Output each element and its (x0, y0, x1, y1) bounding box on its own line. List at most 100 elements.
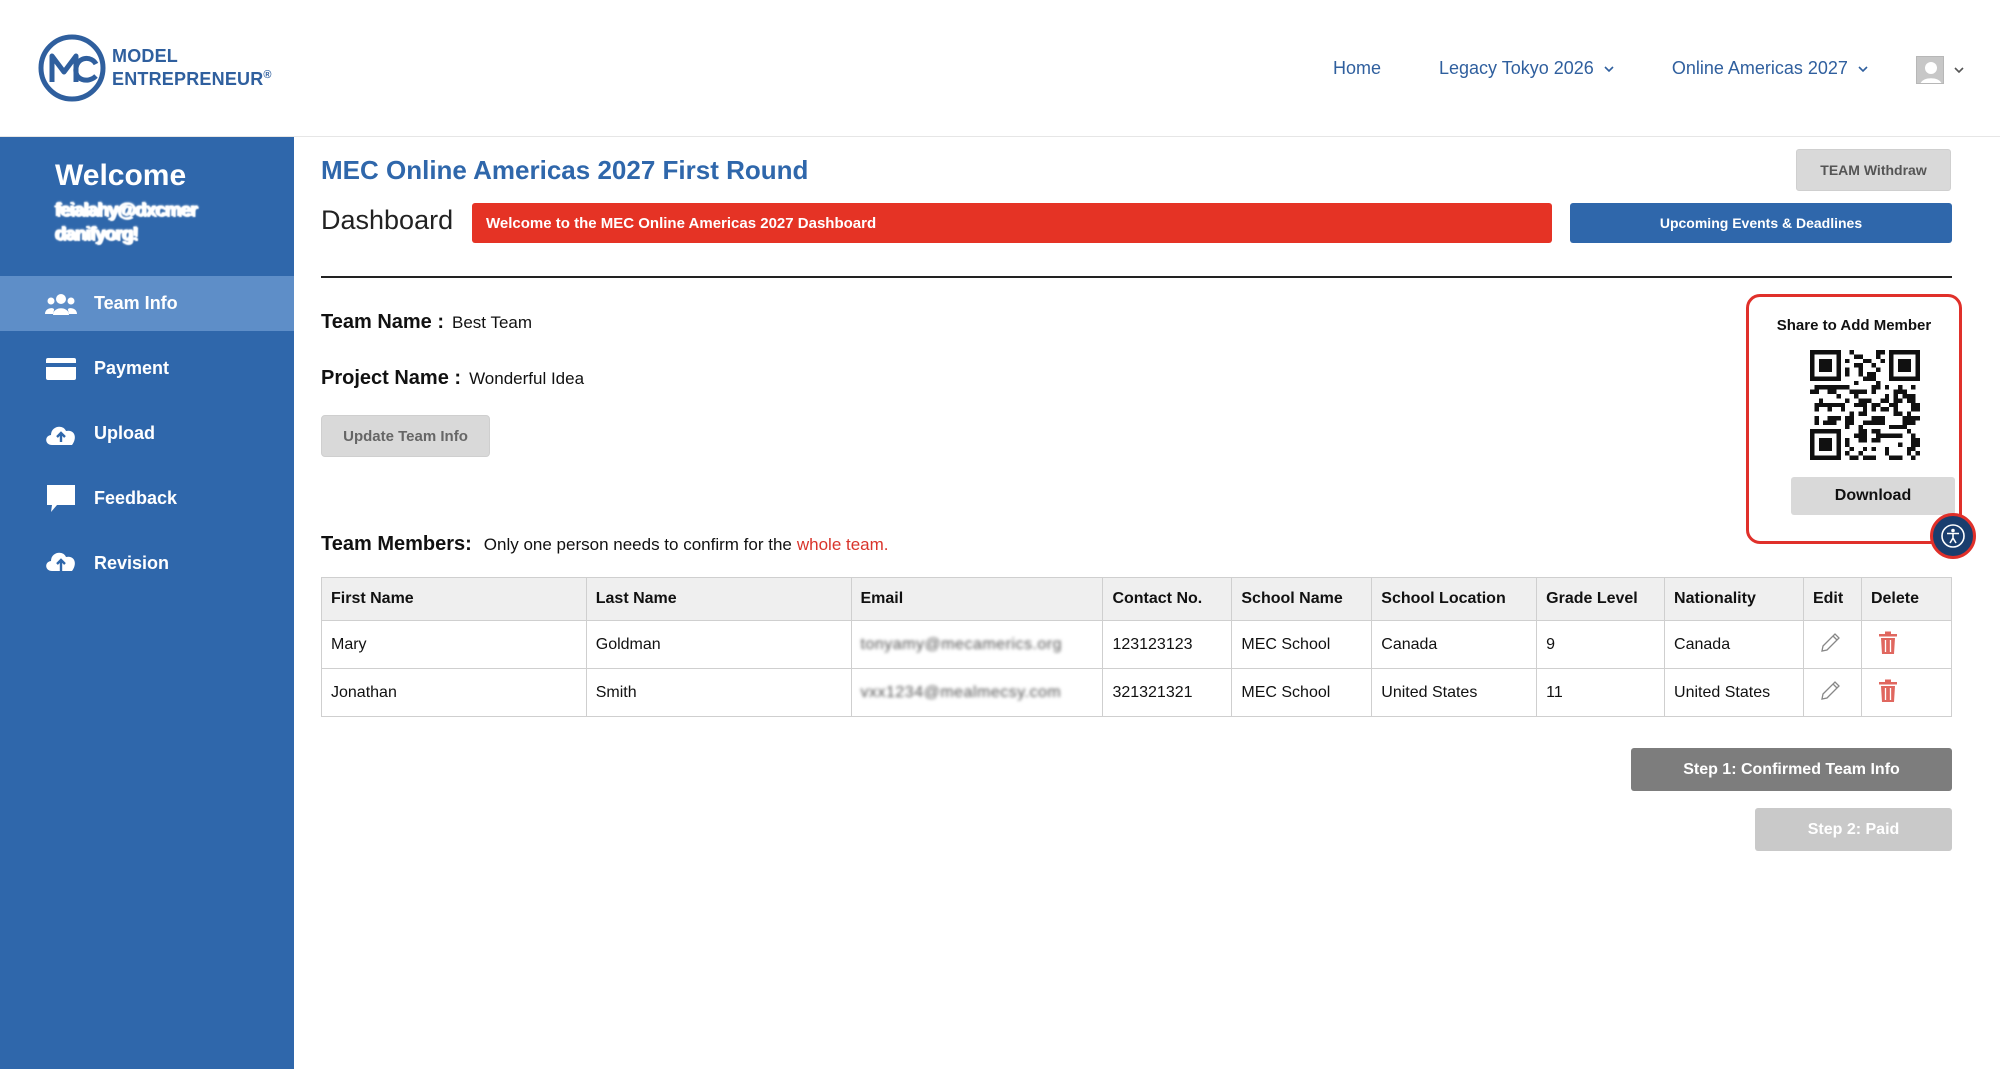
logo-text: MODEL ENTREPRENEUR® (112, 47, 272, 89)
last-name-cell: Smith (585, 668, 852, 717)
sidebar-item-label: Revision (94, 553, 170, 573)
sidebar-item-payment[interactable]: Payment (0, 341, 294, 396)
sidebar-item-upload[interactable]: Upload (0, 406, 294, 461)
avatar[interactable] (1916, 56, 1944, 84)
table-row: Jonathan Smith vxx1234@mealmecsy.com 321… (321, 668, 1953, 717)
nationality-cell: United States (1664, 668, 1804, 717)
school-name-cell: MEC School (1231, 668, 1373, 717)
team-members-highlight: whole team. (796, 535, 889, 554)
registered-mark: ® (263, 69, 272, 81)
chevron-down-icon (1858, 65, 1868, 72)
last-name-cell: Goldman (585, 620, 852, 669)
column-header: School Location (1371, 577, 1538, 621)
update-team-info-button[interactable]: Update Team Info (321, 415, 490, 457)
nav-home-label: Home (1333, 58, 1382, 78)
welcome-email-line-1: feialahy@dxcmer (55, 200, 198, 221)
project-name-label: Project Name : (321, 367, 462, 389)
dashboard-heading: Dashboard (321, 205, 454, 235)
welcome-title: Welcome (55, 159, 187, 192)
pencil-icon[interactable] (1817, 678, 1843, 704)
user-menu[interactable] (1916, 56, 1964, 84)
main-content: MEC Online Americas 2027 First Round TEA… (294, 137, 2000, 1069)
top-navbar: MODEL ENTREPRENEUR® Home Legacy Tokyo 20… (0, 0, 2000, 137)
logo-line-2: ENTREPRENEUR (112, 69, 264, 89)
project-name-value: Wonderful Idea (469, 369, 585, 388)
delete-cell (1860, 668, 1953, 717)
column-header: Last Name (585, 577, 852, 621)
column-header: School Name (1231, 577, 1373, 621)
welcome-block: Welcome feialahy@dxcmer danifyorg! (55, 159, 265, 247)
email-cell: tonyamy@mecamerics.org (850, 620, 1104, 669)
accessibility-icon (1941, 524, 1965, 548)
column-header: Nationality (1664, 577, 1804, 621)
cloud-upload-icon (44, 419, 78, 449)
column-header: Email (850, 577, 1104, 621)
team-name-label: Team Name : (321, 311, 445, 333)
email-cell: vxx1234@mealmecsy.com (850, 668, 1104, 717)
sidebar-item-revision[interactable]: Revision (0, 536, 294, 591)
nav-legacy-tokyo[interactable]: Legacy Tokyo 2026 (1439, 58, 1614, 79)
share-qr-panel: Share to Add Member Download (1746, 294, 1962, 544)
school-location-cell: Canada (1371, 620, 1538, 669)
welcome-banner: Welcome to the MEC Online Americas 2027 … (472, 203, 1552, 243)
team-withdraw-button[interactable]: TEAM Withdraw (1796, 149, 1951, 191)
grade-level-cell: 11 (1536, 668, 1666, 717)
first-name-cell: Mary (321, 620, 587, 669)
sidebar-item-label: Payment (94, 358, 170, 378)
nav-online-label: Online Americas 2027 (1671, 58, 1848, 78)
upcoming-events-button[interactable]: Upcoming Events & Deadlines (1570, 203, 1952, 243)
nav-online-americas[interactable]: Online Americas 2027 (1672, 58, 1868, 79)
school-name-cell: MEC School (1231, 620, 1373, 669)
team-members-heading: Team Members: Only one person needs to c… (321, 533, 889, 556)
step2-paid-button[interactable]: Step 2: Paid (1755, 808, 1952, 851)
trash-icon[interactable] (1875, 630, 1901, 656)
logo[interactable]: MODEL ENTREPRENEUR® (38, 34, 272, 102)
sidebar-item-label: Team Info (94, 293, 178, 313)
sidebar-item-label: Feedback (94, 488, 178, 508)
chevron-down-icon (1604, 65, 1614, 72)
team-icon (44, 289, 78, 319)
first-name-cell: Jonathan (321, 668, 587, 717)
team-members-table: First Name Last Name Email Contact No. S… (321, 577, 1953, 717)
grade-level-cell: 9 (1536, 620, 1666, 669)
trash-icon[interactable] (1875, 678, 1901, 704)
column-header: Grade Level (1536, 577, 1666, 621)
column-header: First Name (321, 577, 587, 621)
contact-cell: 321321321 (1102, 668, 1233, 717)
cloud-upload-icon (44, 549, 78, 579)
team-members-label: Team Members: (321, 533, 472, 555)
chat-icon (44, 484, 78, 514)
nationality-cell: Canada (1664, 620, 1804, 669)
school-location-cell: United States (1371, 668, 1538, 717)
nav-home[interactable]: Home (1333, 58, 1381, 79)
chevron-down-icon (1954, 67, 1964, 74)
pencil-icon[interactable] (1817, 630, 1843, 656)
download-button[interactable]: Download (1791, 477, 1955, 515)
team-name-field: Team Name : Best Team (321, 311, 532, 334)
sidebar-item-label: Upload (94, 423, 155, 443)
sidebar: Welcome feialahy@dxcmer danifyorg! Team … (0, 137, 294, 1069)
contact-cell: 123123123 (1102, 620, 1233, 669)
sidebar-item-team-info[interactable]: Team Info (0, 276, 294, 331)
welcome-email-line-2: danifyorg! (55, 224, 139, 245)
page-title: MEC Online Americas 2027 First Round (321, 155, 809, 185)
sidebar-item-feedback[interactable]: Feedback (0, 471, 294, 526)
team-name-value: Best Team (452, 313, 533, 332)
edit-cell (1802, 620, 1862, 669)
edit-cell (1802, 668, 1862, 717)
user-silhouette-icon (1920, 62, 1942, 83)
table-row: Mary Goldman tonyamy@mecamerics.org 1231… (321, 620, 1953, 669)
team-members-note: Only one person needs to confirm for the (483, 535, 792, 554)
qr-code-icon (1810, 350, 1920, 460)
welcome-email: feialahy@dxcmer danifyorg! (55, 199, 265, 247)
accessibility-button[interactable] (1930, 513, 1976, 559)
delete-cell (1860, 620, 1953, 669)
column-header: Delete (1860, 577, 1953, 621)
share-title: Share to Add Member (1776, 317, 1932, 334)
table-header-row: First Name Last Name Email Contact No. S… (321, 577, 1953, 621)
column-header: Edit (1802, 577, 1862, 621)
step1-confirmed-button[interactable]: Step 1: Confirmed Team Info (1631, 748, 1952, 791)
column-header: Contact No. (1102, 577, 1233, 621)
card-icon (44, 354, 78, 384)
logo-line-1: MODEL (112, 46, 178, 66)
